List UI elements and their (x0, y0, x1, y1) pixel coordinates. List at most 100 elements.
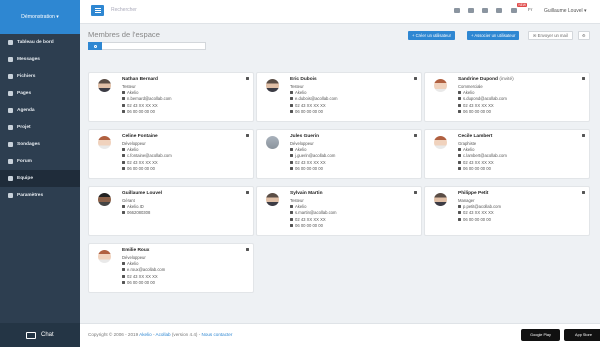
member-name[interactable]: Sylvain Martin (290, 191, 323, 196)
lock-icon (246, 191, 249, 194)
mobile-icon (122, 166, 125, 170)
sidebar-item-label: Messages (17, 57, 40, 62)
bell-icon[interactable] (511, 8, 517, 13)
chat-button[interactable]: Chat (0, 323, 80, 347)
sidebar-item-agenda[interactable]: Agenda (0, 102, 80, 119)
member-phone: 02 43 XX XX XX (290, 160, 326, 165)
building-icon (122, 262, 125, 266)
version-text: (version 4.4) (171, 332, 198, 337)
avatar[interactable] (266, 136, 279, 149)
user-menu[interactable]: Guillaume Louvel ▾ (544, 8, 587, 14)
chart-icon (8, 142, 13, 147)
avatar[interactable] (266, 79, 279, 92)
contact-link[interactable]: Nous contacter (202, 332, 233, 337)
menu-toggle-button[interactable] (91, 5, 104, 16)
member-company: Akelio (122, 90, 138, 95)
create-user-button[interactable]: + Créer un utilisateur (408, 31, 455, 40)
envelope-icon (458, 154, 461, 158)
avatar[interactable] (98, 136, 111, 149)
member-name[interactable]: Cecile Lambert (458, 134, 492, 139)
member-role: Testeur (290, 84, 304, 89)
member-card[interactable]: Cecile Lambert Graphiste Akelio c.lambert@… (424, 129, 590, 179)
calendar-icon (8, 108, 13, 113)
product-link[interactable]: Acollab (156, 332, 171, 337)
member-name[interactable]: Celine Fontaine (122, 134, 158, 139)
send-email-button[interactable]: ✉ Envoyer un mail (528, 31, 573, 40)
avatar[interactable] (98, 79, 111, 92)
member-card[interactable]: Jules Guerin Développeur Akelio j.guerin@a… (256, 129, 422, 179)
sidebar-item-polls[interactable]: Sondages (0, 136, 80, 153)
member-card[interactable]: Sylvain Martin Testeur Akelio s.martin@aco… (256, 186, 422, 236)
member-email: s.martin@acollab.com (290, 210, 337, 215)
avatar[interactable] (98, 250, 111, 263)
sidebar-item-settings[interactable]: Paramètres (0, 187, 80, 204)
member-name[interactable]: Emilie Roux (122, 248, 149, 253)
envelope-icon (290, 154, 293, 158)
sidebar-item-messages[interactable]: Messages (0, 51, 80, 68)
phone-icon (122, 274, 125, 278)
phone-icon (122, 211, 125, 215)
notification-badge: NEW (517, 3, 528, 7)
tasks-icon[interactable] (482, 8, 488, 13)
calendar-icon[interactable] (468, 8, 474, 13)
envelope-icon (290, 97, 293, 101)
member-name[interactable]: Nathan Bernard (122, 77, 158, 82)
app-store-badge[interactable]: App Store (564, 329, 600, 341)
member-name[interactable]: Philippe Petit (458, 191, 488, 196)
avatar[interactable] (434, 193, 447, 206)
language-selector[interactable]: Fr (528, 8, 533, 13)
page-title: Membres de l'espace (88, 30, 160, 39)
sidebar-item-team[interactable]: Equipe (0, 170, 80, 187)
member-name[interactable]: Sandrine Dupond (invité) (458, 77, 514, 82)
google-play-label: Google Play (530, 333, 551, 337)
sidebar-item-forum[interactable]: Forum (0, 153, 80, 170)
google-play-badge[interactable]: Google Play (521, 329, 560, 341)
member-card[interactable]: Nathan Bernard Testeur Akelio n.bernard@ac… (88, 72, 254, 122)
member-phone: 0662080308 (122, 210, 150, 215)
copyright-text: Copyright © 2006 - 2019 (88, 332, 139, 337)
folder-icon (8, 74, 13, 79)
member-card[interactable]: Celine Fontaine Développeur Akelio c.fonta… (88, 129, 254, 179)
home-icon[interactable] (454, 8, 460, 13)
member-name[interactable]: Eric Dubois (290, 77, 317, 82)
sidebar-item-label: Tableau de bord (17, 40, 54, 45)
phone-icon (122, 160, 125, 164)
global-search-input[interactable]: Rechercher (111, 7, 137, 13)
member-role: Graphiste (458, 141, 477, 146)
member-company: Akelio (122, 147, 138, 152)
sidebar-item-files[interactable]: Fichiers (0, 68, 80, 85)
search-button[interactable] (88, 42, 102, 50)
member-email: e.roux@acollab.com (122, 267, 165, 272)
lock-icon (582, 134, 585, 137)
separator-text: - (198, 332, 201, 337)
member-card[interactable]: Sandrine Dupond (invité) Commerciale Akeli… (424, 72, 590, 122)
space-selector[interactable]: Démonstration ▾ (0, 0, 80, 34)
avatar[interactable] (98, 193, 111, 206)
avatar[interactable] (266, 193, 279, 206)
member-company: Akelio (458, 147, 474, 152)
building-icon (290, 91, 293, 95)
member-search-input[interactable] (88, 42, 206, 50)
sidebar-item-project[interactable]: Projet (0, 119, 80, 136)
envelope-icon[interactable] (496, 8, 502, 13)
comments-icon (8, 159, 13, 164)
member-mobile: 06 00 00 00 00 (458, 109, 491, 114)
settings-button[interactable]: ⚙ (578, 31, 590, 40)
brand-link[interactable]: Akelio (139, 332, 152, 337)
sidebar-item-dashboard[interactable]: Tableau de bord (0, 34, 80, 51)
users-icon (8, 176, 13, 181)
lock-icon (246, 77, 249, 80)
sidebar-item-pages[interactable]: Pages (0, 85, 80, 102)
member-card[interactable]: Eric Dubois Testeur Akelio e.dubois@acolla… (256, 72, 422, 122)
avatar[interactable] (434, 136, 447, 149)
member-name[interactable]: Jules Guerin (290, 134, 319, 139)
member-card[interactable]: Emilie Roux Développeur Akelio e.roux@acol… (88, 243, 254, 293)
member-card[interactable]: Guillaume Louvel Gérant Akelio.ID 06620803… (88, 186, 254, 236)
envelope-icon (122, 268, 125, 272)
building-icon (290, 205, 293, 209)
dashboard-icon (8, 40, 13, 45)
member-card[interactable]: Philippe Petit Manager p.petit@acollab.co… (424, 186, 590, 236)
member-name[interactable]: Guillaume Louvel (122, 191, 162, 196)
avatar[interactable] (434, 79, 447, 92)
associate-user-button[interactable]: + Associer un utilisateur (467, 31, 520, 40)
